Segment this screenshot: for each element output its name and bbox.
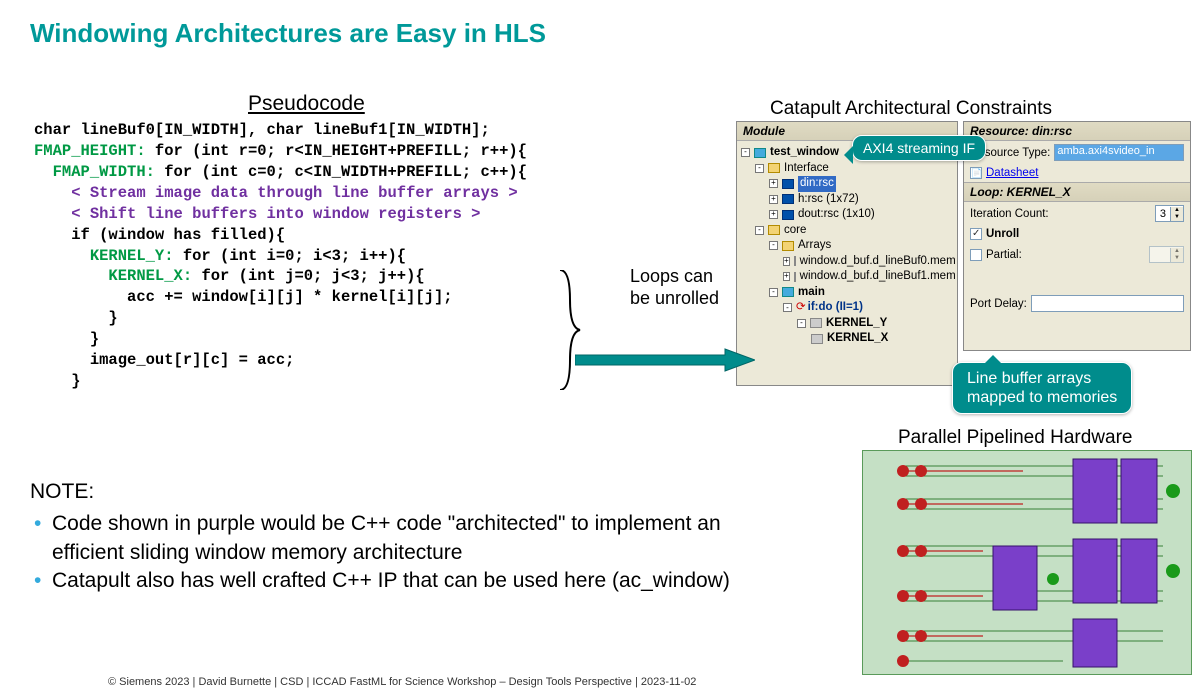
code-l3a: FMAP_WIDTH:: [53, 163, 155, 181]
code-l7a: KERNEL_Y:: [90, 247, 174, 265]
tree-arr1[interactable]: window.d_buf.d_lineBuf0.mem: [800, 254, 956, 270]
tree-interface[interactable]: Interface: [784, 161, 829, 177]
folder-icon: [768, 163, 780, 173]
port-icon: [782, 179, 794, 189]
partial-stepper[interactable]: ▲▼: [1149, 246, 1184, 263]
arrow-to-tree: [575, 345, 755, 375]
tree-toggle-icon[interactable]: -: [797, 319, 806, 328]
tree-root[interactable]: test_window: [770, 145, 839, 161]
tree-toggle-icon[interactable]: -: [741, 148, 750, 157]
folder-icon: [782, 241, 794, 251]
code-l13: }: [71, 372, 80, 390]
stepper-down-icon[interactable]: ▼: [1171, 214, 1183, 221]
tree-ifdo[interactable]: if:do (II=1): [808, 300, 863, 316]
port-delay-label: Port Delay:: [970, 298, 1027, 310]
code-l9: acc += window[i][j] * kernel[i][j];: [127, 288, 453, 306]
hardware-diagram: [862, 450, 1192, 675]
tree-din[interactable]: din:rsc: [798, 176, 836, 192]
unroll-label: Unroll: [986, 228, 1019, 240]
tree-toggle-icon[interactable]: +: [783, 272, 790, 281]
memory-icon: [794, 272, 796, 282]
code-l5: < Shift line buffers into window registe…: [71, 205, 480, 223]
tree-arrays[interactable]: Arrays: [798, 238, 831, 254]
tree-toggle-icon[interactable]: +: [783, 257, 790, 266]
datasheet-icon: 📄: [970, 167, 982, 179]
partial-label: Partial:: [986, 249, 1145, 261]
code-l2a: FMAP_HEIGHT:: [34, 142, 146, 160]
tree-toggle-icon[interactable]: +: [769, 210, 778, 219]
pseudocode-block: char lineBuf0[IN_WIDTH], char lineBuf1[I…: [34, 120, 527, 392]
note-heading: NOTE:: [30, 478, 730, 506]
iteration-count-label: Iteration Count:: [970, 208, 1151, 220]
loop-icon: [782, 287, 794, 297]
code-l10: }: [108, 309, 117, 327]
port-icon: [782, 194, 794, 204]
callout-axi-streaming: AXI4 streaming IF: [852, 135, 986, 161]
tree-toggle-icon[interactable]: +: [769, 179, 778, 188]
code-l4: < Stream image data through line buffer …: [71, 184, 517, 202]
code-l2b: for (int r=0; r<IN_HEIGHT+PREFILL; r++){: [146, 142, 527, 160]
resource-panel-title: Resource: din:rsc: [964, 122, 1190, 141]
pseudocode-heading: Pseudocode: [248, 92, 365, 116]
tree-dout[interactable]: dout:rsc (1x10): [798, 207, 875, 223]
loop-pipe-icon: ⟳: [796, 300, 806, 316]
folder-icon: [768, 225, 780, 235]
tree-toggle-icon[interactable]: -: [769, 288, 778, 297]
tree-toggle-icon[interactable]: -: [783, 303, 792, 312]
notes-section: NOTE: Code shown in purple would be C++ …: [30, 478, 730, 595]
tree-kernel-x[interactable]: KERNEL_X: [827, 331, 888, 347]
code-l12: image_out[r][c] = acc;: [90, 351, 295, 369]
resource-type-field[interactable]: amba.axi4svideo_in: [1054, 144, 1184, 161]
tree-kernel-y[interactable]: KERNEL_Y: [826, 316, 887, 332]
datasheet-link[interactable]: Datasheet: [986, 167, 1038, 179]
note-bullet-1: Code shown in purple would be C++ code "…: [52, 512, 721, 563]
tree-toggle-icon[interactable]: -: [755, 164, 764, 173]
module-icon: [754, 148, 766, 158]
slide-title: Windowing Architectures are Easy in HLS: [0, 0, 1201, 49]
tree-h[interactable]: h:rsc (1x72): [798, 192, 859, 208]
loop-icon: [810, 318, 822, 328]
arch-constraints-heading: Catapult Architectural Constraints: [770, 98, 1052, 120]
code-l1: char lineBuf0[IN_WIDTH], char lineBuf1[I…: [34, 121, 490, 139]
note-bullet-2: Catapult also has well crafted C++ IP th…: [52, 569, 730, 592]
annotation-loops-unrolled: Loops can be unrolled: [630, 266, 719, 309]
callout-line-buffer: Line buffer arrays mapped to memories: [952, 362, 1132, 414]
code-l11: }: [90, 330, 99, 348]
resource-panel: Resource: din:rsc Resource Type: amba.ax…: [963, 121, 1191, 351]
loop-section-title: Loop: KERNEL_X: [964, 182, 1190, 202]
slide-footer: © Siemens 2023 | David Burnette | CSD | …: [108, 676, 696, 688]
code-l6: if (window has filled){: [71, 226, 285, 244]
code-l3b: for (int c=0; c<IN_WIDTH+PREFILL; c++){: [155, 163, 527, 181]
tree-toggle-icon[interactable]: +: [769, 195, 778, 204]
tree-arr2[interactable]: window.d_buf.d_lineBuf1.mem: [800, 269, 956, 285]
iteration-count-stepper[interactable]: 3 ▲▼: [1155, 205, 1184, 222]
iteration-count-value: 3: [1156, 208, 1170, 220]
tree-toggle-icon[interactable]: -: [769, 241, 778, 250]
hardware-diagram-heading: Parallel Pipelined Hardware: [898, 427, 1132, 449]
tree-main[interactable]: main: [798, 285, 825, 301]
code-l8a: KERNEL_X:: [108, 267, 192, 285]
stepper-up-icon[interactable]: ▲: [1171, 207, 1183, 214]
code-l8b: for (int j=0; j<3; j++){: [192, 267, 425, 285]
memory-icon: [794, 256, 796, 266]
tree-toggle-icon[interactable]: -: [755, 226, 764, 235]
tree-core[interactable]: core: [784, 223, 806, 239]
loop-icon: [811, 334, 823, 344]
partial-checkbox[interactable]: [970, 249, 982, 261]
unroll-checkbox[interactable]: [970, 228, 982, 240]
code-l7b: for (int i=0; i<3; i++){: [174, 247, 407, 265]
module-tree[interactable]: -test_window -Interface +din:rsc +h:rsc …: [737, 141, 957, 351]
port-icon: [782, 210, 794, 220]
port-delay-field[interactable]: [1031, 295, 1184, 312]
